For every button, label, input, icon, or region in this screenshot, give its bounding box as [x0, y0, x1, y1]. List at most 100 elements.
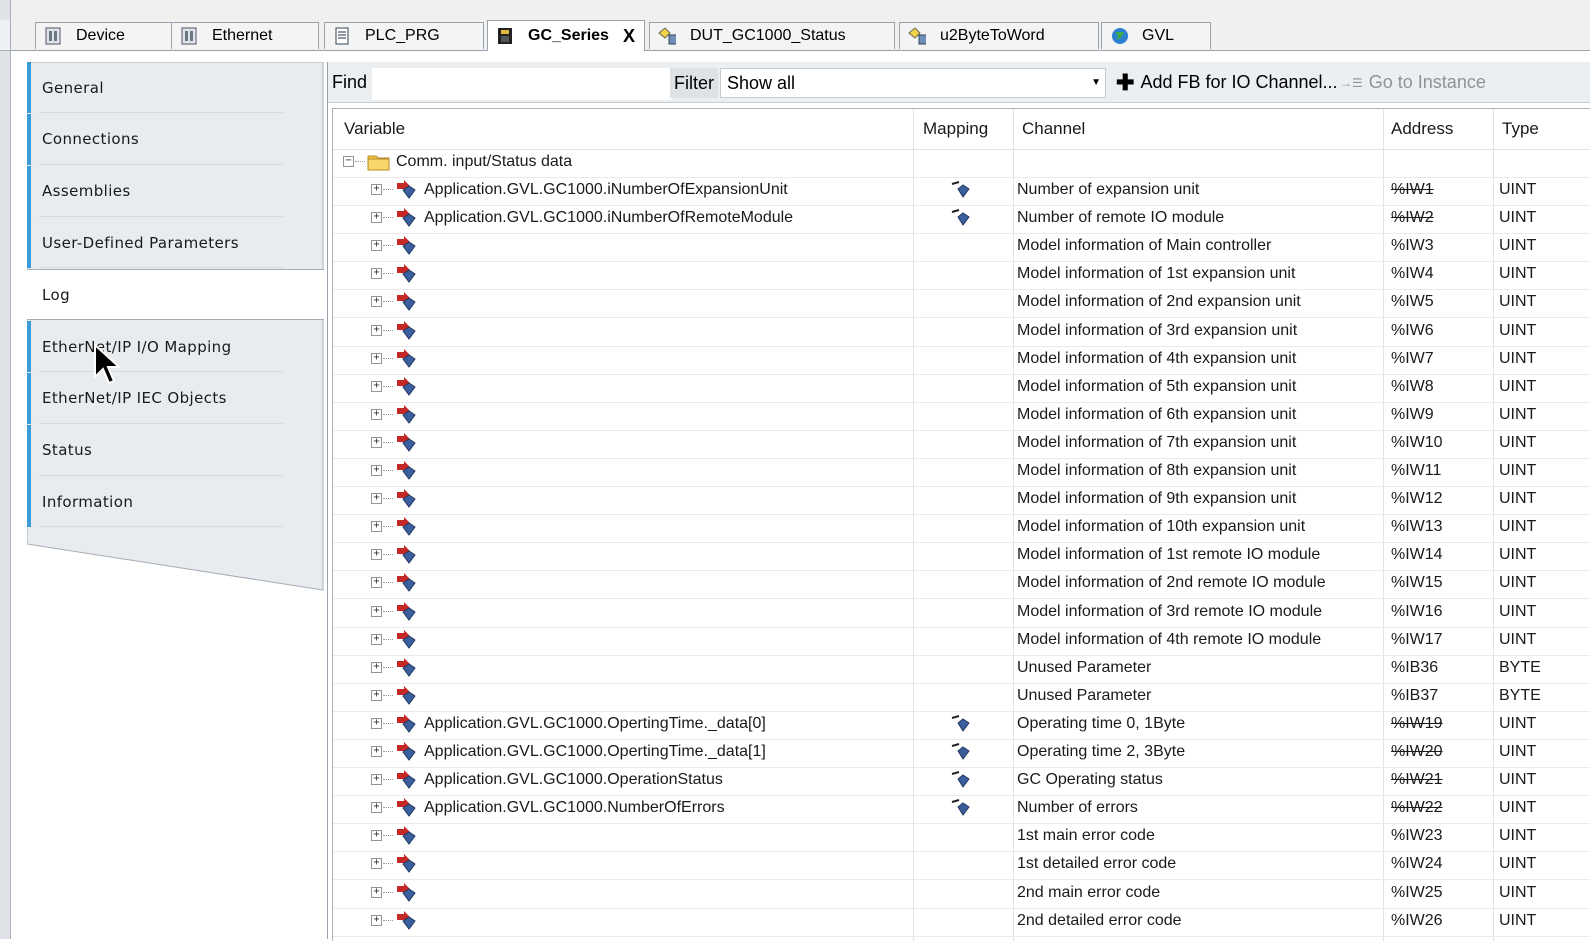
tab-u2bytetoword[interactable]: u2ByteToWord	[899, 22, 1099, 49]
table-row[interactable]: + Application.GVL.GC1000.NumberOfErrors Nu…	[333, 795, 1590, 825]
expand-icon[interactable]: +	[371, 296, 382, 308]
expand-icon[interactable]: +	[371, 774, 382, 786]
table-row[interactable]: + Application.GVL.GC1000.OpertingTime._da…	[333, 739, 1590, 768]
expand-icon[interactable]: +	[371, 858, 382, 870]
expand-icon[interactable]: +	[371, 352, 382, 364]
expand-icon[interactable]: +	[371, 746, 382, 757]
address-cell: %IW26	[1391, 911, 1443, 929]
table-row[interactable]: + Model information of 1st remote IO modu…	[333, 542, 1590, 572]
nav-item-information[interactable]: Information	[27, 476, 323, 528]
variable-cell[interactable]: Application.GVL.GC1000.iNumberOfExpansio…	[424, 181, 788, 199]
group-row[interactable]: − Comm. input/Status data	[333, 149, 1590, 178]
expand-icon[interactable]: +	[371, 184, 382, 195]
variable-cell[interactable]: Application.GVL.GC1000.OpertingTime._dat…	[424, 743, 766, 761]
table-row[interactable]: + Model information of 9th expansion unit…	[333, 486, 1590, 516]
expand-icon[interactable]: +	[371, 661, 382, 673]
address-cell: %IW20	[1391, 743, 1443, 760]
nav-item-user-defined-parameters[interactable]: User-Defined Parameters	[27, 217, 323, 269]
type-cell: UINT	[1499, 630, 1537, 648]
column-header-variable[interactable]: Variable	[344, 119, 405, 139]
table-row[interactable]: + Model information of 6th expansion unit…	[333, 402, 1590, 431]
mapping-icon[interactable]	[950, 798, 972, 818]
table-row[interactable]: + Model information of 2nd remote IO modu…	[333, 570, 1590, 600]
table-row[interactable]: + Model information of 7th expansion unit…	[333, 430, 1590, 459]
table-row[interactable]: + Model information of 4th remote IO modu…	[333, 627, 1590, 656]
expand-icon[interactable]: +	[371, 549, 382, 561]
nav-item-ethernet-ip-i-o-mapping[interactable]: EtherNet/IP I/O Mapping	[27, 321, 323, 372]
tab-gvl[interactable]: GVL	[1101, 22, 1211, 49]
expand-icon[interactable]: +	[371, 240, 382, 252]
expand-icon[interactable]: +	[371, 689, 382, 701]
mapping-icon[interactable]	[950, 770, 972, 790]
table-row[interactable]: +1st main error code %IW23 UINT	[333, 823, 1590, 853]
table-row[interactable]: + Model information of 8th expansion unit…	[333, 458, 1590, 487]
variable-cell[interactable]: Application.GVL.GC1000.iNumberOfRemoteMo…	[424, 209, 793, 227]
table-row[interactable]: + Unused Parameter %IB36 BYTE	[333, 655, 1590, 684]
nav-item-assemblies[interactable]: Assemblies	[27, 165, 323, 217]
variable-cell[interactable]: Application.GVL.GC1000.OperationStatus	[424, 771, 723, 789]
tab-plc-prg[interactable]: PLC_PRG	[324, 22, 484, 49]
nav-item-label: Connections	[42, 130, 140, 149]
tab-ethernet[interactable]: Ethernet	[171, 22, 319, 49]
expand-icon[interactable]: +	[371, 465, 382, 476]
tab-gc-series[interactable]: GC_Series X	[487, 20, 645, 51]
go-to-instance-button[interactable]: →☰ Go to Instance	[1340, 72, 1486, 93]
mapping-icon[interactable]	[950, 714, 972, 734]
add-fb-button[interactable]: ✚ Add FB for IO Channel...	[1116, 71, 1338, 93]
mapping-icon[interactable]	[950, 742, 972, 762]
expand-icon[interactable]: +	[371, 717, 382, 729]
tab-device[interactable]: Device	[35, 22, 175, 49]
expand-icon[interactable]: +	[371, 914, 382, 926]
table-row[interactable]: + Model information of 10th expansion uni…	[333, 514, 1590, 544]
expand-icon[interactable]: +	[371, 605, 382, 617]
expand-icon[interactable]: +	[371, 521, 382, 533]
table-row[interactable]: + Application.GVL.GC1000.iNumberOfRemoteM…	[333, 205, 1590, 235]
variable-cell[interactable]: Application.GVL.GC1000.OpertingTime._dat…	[424, 715, 766, 733]
chevron-down-icon[interactable]: ▼	[1091, 69, 1101, 97]
nav-item-status[interactable]: Status	[27, 424, 323, 476]
mapping-icon[interactable]	[950, 208, 972, 228]
filter-dropdown[interactable]: Show all ▼	[720, 68, 1106, 98]
expand-icon[interactable]: +	[371, 380, 382, 392]
expand-icon[interactable]: +	[371, 577, 382, 589]
column-header-address[interactable]: Address	[1391, 119, 1453, 139]
table-row[interactable]: + Model information of 2nd expansion unit…	[333, 289, 1590, 319]
dock-marker[interactable]	[0, 20, 10, 51]
column-header-type[interactable]: Type	[1502, 119, 1539, 139]
table-row[interactable]: + Model information of Main controller %IW…	[333, 233, 1590, 263]
table-row[interactable]: + Application.GVL.GC1000.OpertingTime._da…	[333, 711, 1590, 740]
expand-icon[interactable]: +	[371, 633, 382, 645]
nav-item-general[interactable]: General	[27, 62, 323, 113]
expand-icon[interactable]: +	[371, 436, 382, 448]
table-row[interactable]: + Model information of 3rd expansion unit…	[333, 318, 1590, 347]
collapse-icon[interactable]: −	[343, 156, 354, 167]
table-row[interactable]: + Model information of 3rd remote IO modu…	[333, 599, 1590, 628]
close-icon[interactable]: X	[623, 26, 635, 47]
mapping-icon[interactable]	[950, 180, 972, 200]
expand-icon[interactable]: +	[371, 408, 382, 420]
table-row[interactable]: + Model information of 4th expansion unit…	[333, 346, 1590, 375]
column-header-channel[interactable]: Channel	[1022, 119, 1085, 139]
table-row[interactable]: + Application.GVL.GC1000.iNumberOfExpansi…	[333, 177, 1590, 206]
table-row[interactable]: + Application.GVL.GC1000.OperationStatus G…	[333, 767, 1590, 797]
expand-icon[interactable]: +	[371, 324, 382, 336]
table-row[interactable]: + Model information of 1st expansion unit…	[333, 261, 1590, 291]
expand-icon[interactable]: +	[371, 886, 382, 898]
table-row[interactable]: +1st detailed error code %IW24 UINT	[333, 851, 1590, 881]
table-row[interactable]: + Unused Parameter %IB37 BYTE	[333, 683, 1590, 712]
variable-cell[interactable]: Application.GVL.GC1000.NumberOfErrors	[424, 799, 725, 817]
nav-item-log[interactable]: Log	[27, 269, 324, 321]
expand-icon[interactable]: +	[371, 268, 382, 280]
table-row[interactable]: +2nd detailed error code %IW26 UINT	[333, 908, 1590, 937]
expand-icon[interactable]: +	[371, 802, 382, 814]
nav-item-ethernet-ip-iec-objects[interactable]: EtherNet/IP IEC Objects	[27, 372, 323, 424]
expand-icon[interactable]: +	[371, 830, 382, 842]
table-row[interactable]: + Model information of 5th expansion unit…	[333, 374, 1590, 403]
expand-icon[interactable]: +	[371, 212, 382, 224]
table-row[interactable]: +2nd main error code %IW25 UINT	[333, 880, 1590, 909]
expand-icon[interactable]: +	[371, 493, 382, 505]
tab-dut-gc1000-status[interactable]: DUT_GC1000_Status	[649, 22, 895, 49]
find-input[interactable]	[372, 68, 672, 100]
column-header-mapping[interactable]: Mapping	[923, 119, 988, 139]
nav-item-connections[interactable]: Connections	[27, 113, 323, 165]
